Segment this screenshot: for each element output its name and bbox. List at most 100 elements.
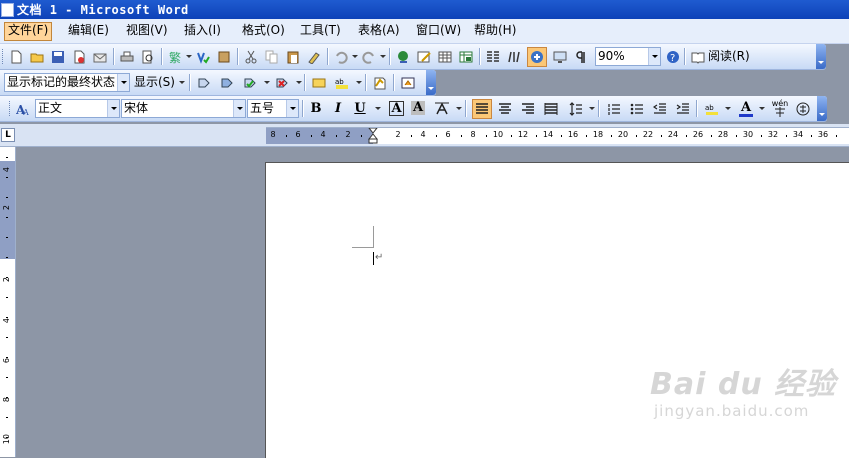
italic-button[interactable]: I [330,101,346,116]
font-dropdown[interactable]: 宋体 [121,99,246,118]
font-color-dropdown-icon[interactable] [759,107,765,110]
new-comment-button[interactable] [309,73,329,93]
email-button[interactable] [90,47,110,67]
zoom-dropdown[interactable]: 90% [595,47,661,66]
menu-file[interactable]: 文件(F) [4,22,53,41]
show-dropdown-icon[interactable] [179,81,185,84]
align-center-button[interactable] [495,99,515,119]
open-button[interactable] [27,47,47,67]
font-size-dropdown[interactable]: 五号 [247,99,299,118]
menu-view[interactable]: 视图(V) [123,22,171,39]
line-spacing-button[interactable] [566,99,586,119]
menu-window[interactable]: 窗口(W) [413,22,464,39]
indent-markers-icon[interactable] [368,128,378,144]
print-preview-button[interactable] [138,47,158,67]
toolbar-grip[interactable] [9,101,12,116]
copy-button[interactable] [262,47,282,67]
highlight-dropdown-icon[interactable] [356,81,362,84]
print-button[interactable] [117,47,137,67]
columns-button[interactable] [483,47,503,67]
cut-button[interactable] [241,47,261,67]
undo-dropdown-icon[interactable] [352,55,358,58]
phonetic-guide-button[interactable]: wén [770,99,790,119]
new-document-button[interactable] [6,47,26,67]
character-border-button[interactable]: A [389,101,404,116]
format-painter-button[interactable] [304,47,324,67]
underline-dropdown-icon[interactable] [375,107,381,110]
numbering-button[interactable] [604,99,624,119]
redo-button[interactable] [359,47,379,67]
align-right-button[interactable] [518,99,538,119]
chinese-convert-dropdown-icon[interactable] [186,55,192,58]
styles-formatting-button[interactable]: AA [13,99,33,119]
underline-button[interactable]: U [352,101,368,116]
bold-button[interactable]: B [308,101,324,116]
menu-format[interactable]: 格式(O) [239,22,288,39]
font-color-button[interactable]: A [736,99,756,119]
paste-button[interactable] [283,47,303,67]
accept-dropdown-icon[interactable] [264,81,270,84]
ruler-number: 16 [567,130,579,139]
menu-table[interactable]: 表格(A) [355,22,403,39]
insert-excel-button[interactable] [456,47,476,67]
redo-dropdown-icon[interactable] [380,55,386,58]
line-spacing-dropdown-icon[interactable] [589,107,595,110]
insert-hyperlink-button[interactable] [393,47,413,67]
enclose-characters-button[interactable] [793,99,813,119]
accept-change-button[interactable] [240,73,260,93]
menu-insert[interactable]: 插入(I) [181,22,224,39]
permission-button[interactable] [69,47,89,67]
pilcrow-button[interactable] [571,47,591,67]
increase-indent-button[interactable] [673,99,693,119]
help-button[interactable]: ? [663,47,683,67]
justify-button[interactable] [472,99,492,119]
word-document-icon[interactable] [1,3,14,17]
highlight-color-dropdown-icon[interactable] [725,107,731,110]
document-map-button[interactable] [527,47,547,67]
font-value: 宋体 [124,101,149,115]
highlight-button[interactable]: ab [702,99,722,119]
show-menu-button[interactable]: 显示(S) [134,74,175,91]
style-dropdown[interactable]: 正文 [35,99,120,118]
track-changes-button[interactable]: ab [332,73,352,93]
reject-dropdown-icon[interactable] [296,81,302,84]
show-hide-marks-button[interactable] [550,47,570,67]
read-button[interactable]: 阅读(R) [688,47,752,67]
toolbar-options-icon[interactable] [817,96,827,121]
display-for-review-dropdown[interactable]: 显示标记的最终状态 [4,73,130,92]
reviewing-pane-button[interactable] [370,73,390,93]
insert-table-button[interactable] [435,47,455,67]
character-shading-button[interactable]: A [411,101,425,115]
bullets-button[interactable] [627,99,647,119]
toolbar-options-icon[interactable] [816,44,826,69]
send-for-review-button[interactable] [398,73,418,93]
tab-selector[interactable]: L [1,128,15,142]
ruler-tick [686,135,687,137]
drawing-button[interactable] [504,47,524,67]
character-scaling-button[interactable] [432,99,452,119]
horizontal-ruler[interactable]: 8 6 4 2 2 4 6 8 10 12 14 16 18 20 22 24 26 28 30 32 34 36 [266,127,849,144]
spelling-button[interactable] [214,47,234,67]
vertical-ruler[interactable]: 4 2 2 4 6 8 10 [0,147,16,457]
research-button[interactable] [193,47,213,67]
scaling-dropdown-icon[interactable] [456,107,462,110]
tables-borders-button[interactable] [414,47,434,67]
traditional-chinese-button[interactable]: 繁 [165,47,185,67]
decrease-indent-button[interactable] [650,99,670,119]
undo-button[interactable] [331,47,351,67]
ruler-tick [561,135,562,137]
standard-toolbar: 繁 90% ? 阅读(R) [0,44,826,70]
menu-edit[interactable]: 编辑(E) [65,22,112,39]
distributed-button[interactable] [541,99,561,119]
ruler-number: 26 [692,130,704,139]
menu-tools[interactable]: 工具(T) [297,22,344,39]
toolbar-options-icon[interactable] [426,70,436,95]
ruler-number: 4 [420,130,426,139]
toolbar-grip[interactable] [2,49,5,64]
previous-change-button[interactable] [194,73,214,93]
next-change-button[interactable] [217,73,237,93]
save-button[interactable] [48,47,68,67]
reviewing-toolbar: 显示标记的最终状态 显示(S) ab [0,70,436,96]
reject-change-button[interactable] [272,73,292,93]
menu-help[interactable]: 帮助(H) [471,22,519,39]
